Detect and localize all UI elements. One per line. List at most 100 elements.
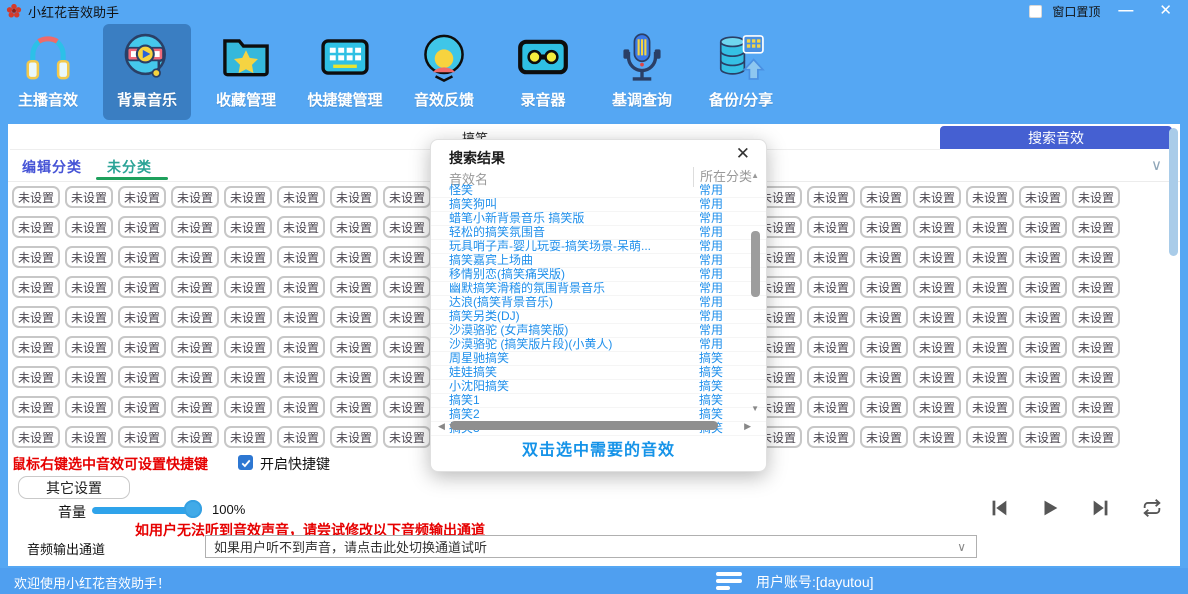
- sound-slot-button[interactable]: 未设置: [118, 246, 166, 268]
- sound-slot-button[interactable]: 未设置: [224, 306, 272, 328]
- close-button[interactable]: ✕: [1151, 0, 1180, 22]
- sound-slot-button[interactable]: 未设置: [171, 366, 219, 388]
- sound-slot-button[interactable]: 未设置: [224, 366, 272, 388]
- sound-slot-button[interactable]: 未设置: [171, 186, 219, 208]
- sound-slot-button[interactable]: 未设置: [966, 186, 1014, 208]
- sound-slot-button[interactable]: 未设置: [277, 396, 325, 418]
- repeat-button[interactable]: [1141, 497, 1163, 524]
- sound-slot-button[interactable]: 未设置: [860, 246, 908, 268]
- search-sound-button[interactable]: 搜索音效: [940, 126, 1172, 149]
- toolbar-item-6[interactable]: 录音器: [499, 24, 587, 120]
- sound-slot-button[interactable]: 未设置: [1072, 366, 1120, 388]
- scroll-right-icon[interactable]: ▶: [744, 421, 751, 432]
- sound-slot-button[interactable]: 未设置: [383, 396, 431, 418]
- sound-slot-button[interactable]: 未设置: [1019, 336, 1067, 358]
- sound-slot-button[interactable]: 未设置: [330, 246, 378, 268]
- toolbar-item-1[interactable]: 主播音效: [4, 24, 92, 120]
- sound-slot-button[interactable]: 未设置: [118, 366, 166, 388]
- sound-slot-button[interactable]: 未设置: [807, 306, 855, 328]
- main-scrollbar[interactable]: [1169, 128, 1178, 256]
- sound-slot-button[interactable]: 未设置: [12, 186, 60, 208]
- tab-edit-category[interactable]: 编辑分类: [22, 157, 82, 177]
- sound-slot-button[interactable]: 未设置: [807, 426, 855, 448]
- hotkey-checkbox-label[interactable]: 开启快捷键: [260, 454, 330, 474]
- sound-slot-button[interactable]: 未设置: [913, 186, 961, 208]
- sound-slot-button[interactable]: 未设置: [118, 186, 166, 208]
- sound-slot-button[interactable]: 未设置: [807, 396, 855, 418]
- search-result-row[interactable]: 娃娃搞笑搞笑: [431, 366, 766, 380]
- result-sound-name[interactable]: 蜡笔小新背景音乐 搞笑版: [449, 212, 691, 225]
- search-result-row[interactable]: 轻松的搞笑氛围音常用: [431, 226, 766, 240]
- play-button[interactable]: [1039, 497, 1061, 524]
- sound-slot-button[interactable]: 未设置: [383, 216, 431, 238]
- toolbar-item-5[interactable]: 音效反馈: [400, 24, 488, 120]
- sound-slot-button[interactable]: 未设置: [1072, 336, 1120, 358]
- sound-slot-button[interactable]: 未设置: [966, 276, 1014, 298]
- sound-slot-button[interactable]: 未设置: [65, 306, 113, 328]
- other-settings-button[interactable]: 其它设置: [18, 476, 130, 499]
- sound-slot-button[interactable]: 未设置: [330, 276, 378, 298]
- sound-slot-button[interactable]: 未设置: [966, 366, 1014, 388]
- sound-slot-button[interactable]: 未设置: [12, 366, 60, 388]
- search-result-row[interactable]: 沙漠骆驼 (搞笑版片段)(小黄人)常用: [431, 338, 766, 352]
- sound-slot-button[interactable]: 未设置: [330, 306, 378, 328]
- search-result-row[interactable]: 周星驰搞笑搞笑: [431, 352, 766, 366]
- sound-slot-button[interactable]: 未设置: [12, 246, 60, 268]
- sound-slot-button[interactable]: 未设置: [383, 246, 431, 268]
- sound-slot-button[interactable]: 未设置: [171, 276, 219, 298]
- chevron-down-icon[interactable]: ∨: [1151, 156, 1162, 174]
- sound-slot-button[interactable]: 未设置: [171, 396, 219, 418]
- sound-slot-button[interactable]: 未设置: [913, 366, 961, 388]
- sound-slot-button[interactable]: 未设置: [224, 186, 272, 208]
- sound-slot-button[interactable]: 未设置: [118, 336, 166, 358]
- sound-slot-button[interactable]: 未设置: [860, 306, 908, 328]
- popup-close-icon[interactable]: ✕: [736, 144, 750, 164]
- sound-slot-button[interactable]: 未设置: [807, 276, 855, 298]
- sound-slot-button[interactable]: 未设置: [224, 276, 272, 298]
- sound-slot-button[interactable]: 未设置: [12, 306, 60, 328]
- sound-slot-button[interactable]: 未设置: [1019, 216, 1067, 238]
- sound-slot-button[interactable]: 未设置: [860, 216, 908, 238]
- sound-slot-button[interactable]: 未设置: [12, 336, 60, 358]
- sound-slot-button[interactable]: 未设置: [966, 216, 1014, 238]
- search-result-row[interactable]: 沙漠骆驼 (女声搞笑版)常用: [431, 324, 766, 338]
- result-sound-name[interactable]: 搞笑嘉宾上场曲: [449, 254, 691, 267]
- sound-slot-button[interactable]: 未设置: [65, 216, 113, 238]
- sound-slot-button[interactable]: 未设置: [65, 366, 113, 388]
- previous-button[interactable]: [988, 497, 1010, 524]
- sound-slot-button[interactable]: 未设置: [65, 396, 113, 418]
- sound-slot-button[interactable]: 未设置: [383, 426, 431, 448]
- sound-slot-button[interactable]: 未设置: [277, 186, 325, 208]
- sound-slot-button[interactable]: 未设置: [12, 216, 60, 238]
- sound-slot-button[interactable]: 未设置: [1019, 306, 1067, 328]
- sound-slot-button[interactable]: 未设置: [966, 246, 1014, 268]
- sound-slot-button[interactable]: 未设置: [807, 216, 855, 238]
- sound-slot-button[interactable]: 未设置: [913, 246, 961, 268]
- sound-slot-button[interactable]: 未设置: [383, 306, 431, 328]
- sound-slot-button[interactable]: 未设置: [65, 186, 113, 208]
- result-sound-name[interactable]: 搞笑另类(DJ): [449, 310, 691, 323]
- tab-uncategorized[interactable]: 未分类: [107, 157, 152, 177]
- sound-slot-button[interactable]: 未设置: [860, 366, 908, 388]
- sound-slot-button[interactable]: 未设置: [118, 426, 166, 448]
- search-result-row[interactable]: 玩具哨子声-婴儿玩耍-搞笑场景-呆萌...常用: [431, 240, 766, 254]
- result-sound-name[interactable]: 小沈阳搞笑: [449, 380, 691, 393]
- toolbar-item-3[interactable]: 收藏管理: [202, 24, 290, 120]
- sound-slot-button[interactable]: 未设置: [913, 426, 961, 448]
- sound-slot-button[interactable]: 未设置: [224, 216, 272, 238]
- sound-slot-button[interactable]: 未设置: [65, 246, 113, 268]
- search-result-row[interactable]: 搞笑1搞笑: [431, 394, 766, 408]
- result-sound-name[interactable]: 达浪(搞笑背景音乐): [449, 296, 691, 309]
- search-result-row[interactable]: 怪笑常用: [431, 184, 766, 198]
- sound-slot-button[interactable]: 未设置: [807, 366, 855, 388]
- sound-slot-button[interactable]: 未设置: [171, 336, 219, 358]
- sound-slot-button[interactable]: 未设置: [224, 336, 272, 358]
- sound-slot-button[interactable]: 未设置: [224, 426, 272, 448]
- sound-slot-button[interactable]: 未设置: [1019, 246, 1067, 268]
- result-sound-name[interactable]: 幽默搞笑滑稽的氛围背景音乐: [449, 282, 691, 295]
- sound-slot-button[interactable]: 未设置: [1019, 396, 1067, 418]
- sound-slot-button[interactable]: 未设置: [807, 336, 855, 358]
- sound-slot-button[interactable]: 未设置: [1072, 276, 1120, 298]
- sound-slot-button[interactable]: 未设置: [1019, 366, 1067, 388]
- next-button[interactable]: [1090, 497, 1112, 524]
